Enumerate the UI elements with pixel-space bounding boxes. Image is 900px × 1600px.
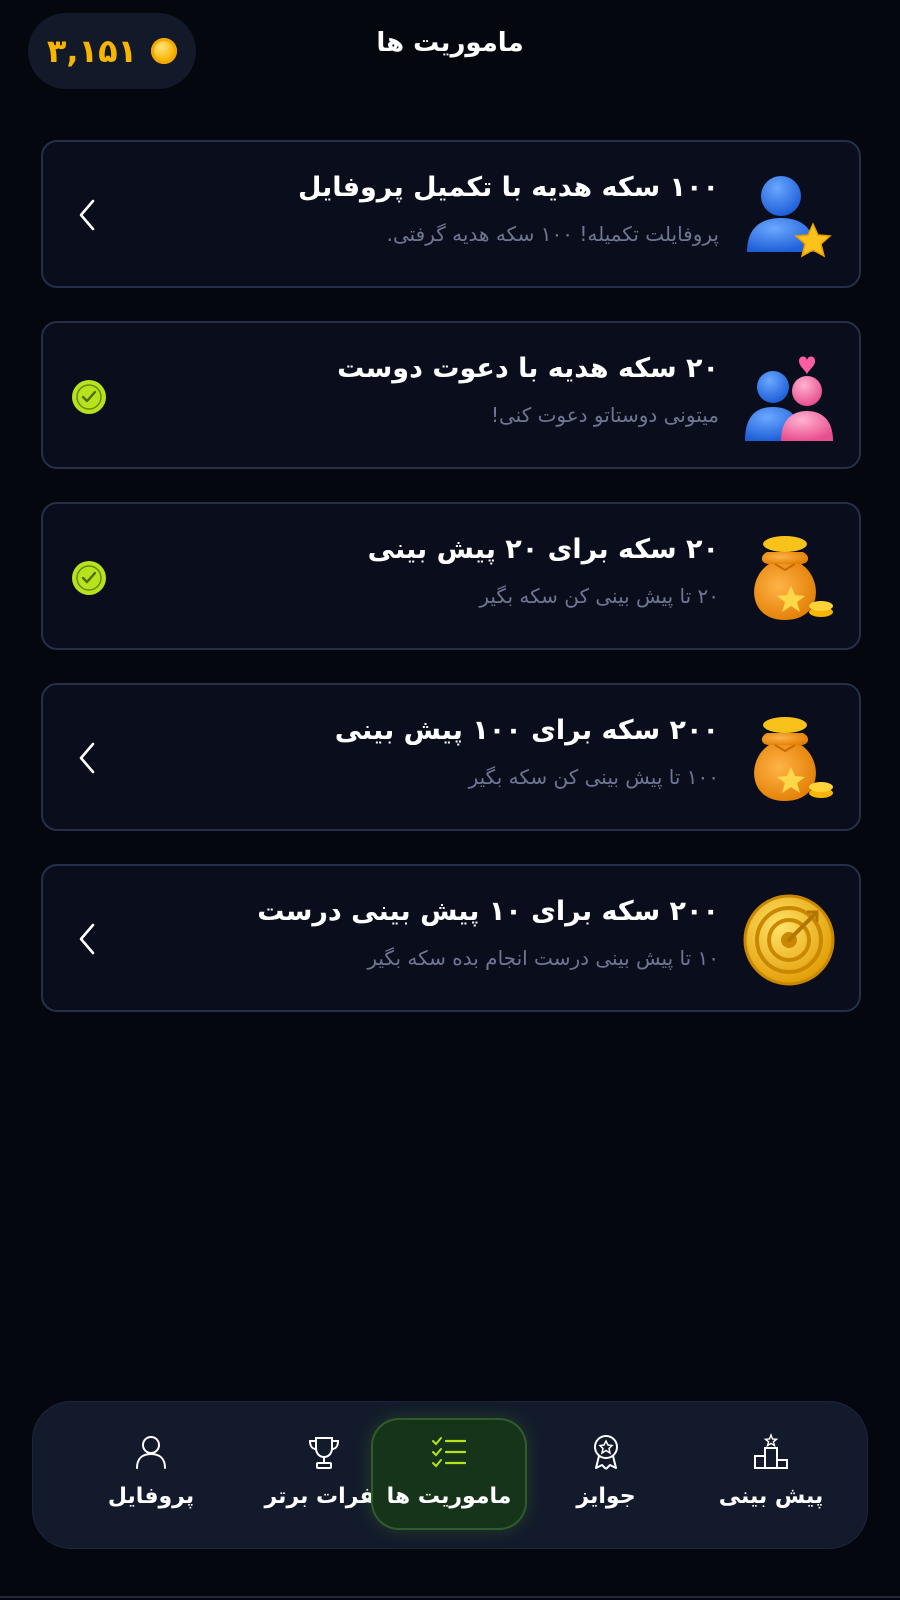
checklist-icon <box>432 1437 467 1468</box>
nav-item-predict[interactable]: پیش بینی <box>693 1418 849 1530</box>
friends-heart-icon <box>745 356 833 441</box>
chevron-left-icon[interactable] <box>75 741 99 775</box>
chevron-left-icon[interactable] <box>75 198 99 232</box>
bottom-nav: پروفایل نفرات برتر ماموریت ها جوایز پیش … <box>33 1402 867 1548</box>
mission-card-invite[interactable]: ۲۰ سکه هدیه با دعوت دوست میتونی دوستاتو … <box>41 321 861 469</box>
check-circle-icon <box>72 561 106 595</box>
user-star-icon <box>747 176 832 258</box>
nav-item-profile[interactable]: پروفایل <box>73 1418 229 1530</box>
podium-icon <box>754 1433 788 1469</box>
mission-description: میتونی دوستاتو دعوت کنی! <box>490 403 719 427</box>
mission-title: ۲۰۰ سکه برای ۱۰۰ پیش بینی <box>334 715 719 746</box>
mission-description: ۱۰ تا پیش بینی درست انجام بده سکه بگیر <box>367 946 719 970</box>
mission-description: ۲۰ تا پیش بینی کن سکه بگیر <box>479 584 719 608</box>
target-coin-icon <box>743 894 835 986</box>
mission-title: ۱۰۰ سکه هدیه با تکمیل پروفایل <box>297 172 719 203</box>
mission-card-profile[interactable]: ۱۰۰ سکه هدیه با تکمیل پروفایل پروفایلت ت… <box>41 140 861 288</box>
home-indicator <box>0 1596 900 1598</box>
check-circle-icon <box>72 380 106 414</box>
coin-bag-icon <box>754 717 833 801</box>
mission-title: ۲۰ سکه برای ۲۰ پیش بینی <box>367 534 719 565</box>
mission-card-10-correct-predictions[interactable]: ۲۰۰ سکه برای ۱۰ پیش بینی درست ۱۰ تا پیش … <box>41 864 861 1012</box>
nav-item-prizes[interactable]: جوایز <box>528 1418 684 1530</box>
mission-title: ۲۰۰ سکه برای ۱۰ پیش بینی درست <box>257 896 719 927</box>
mission-card-20-predictions[interactable]: ۲۰ سکه برای ۲۰ پیش بینی ۲۰ تا پیش بینی ک… <box>41 502 861 650</box>
mission-card-100-predictions[interactable]: ۲۰۰ سکه برای ۱۰۰ پیش بینی ۱۰۰ تا پیش بین… <box>41 683 861 831</box>
mission-description: ۱۰۰ تا پیش بینی کن سکه بگیر <box>468 765 719 789</box>
page-title: ماموریت ها <box>376 28 524 58</box>
nav-label: نفرات برتر <box>264 1484 384 1509</box>
user-icon <box>136 1436 166 1469</box>
nav-label: جوایز <box>576 1484 636 1509</box>
mission-description: پروفایلت تکمیله! ۱۰۰ سکه هدیه گرفتی. <box>386 222 719 246</box>
nav-label: ماموریت ها <box>386 1484 512 1509</box>
coin-bag-icon <box>754 536 833 620</box>
trophy-icon <box>308 1437 340 1469</box>
chevron-left-icon[interactable] <box>75 922 99 956</box>
nav-label: پروفایل <box>107 1484 195 1509</box>
mission-title: ۲۰ سکه هدیه با دعوت دوست <box>337 353 719 384</box>
medal-icon <box>594 1435 618 1470</box>
nav-item-missions[interactable]: ماموریت ها <box>371 1418 527 1530</box>
nav-label: پیش بینی <box>718 1484 824 1509</box>
